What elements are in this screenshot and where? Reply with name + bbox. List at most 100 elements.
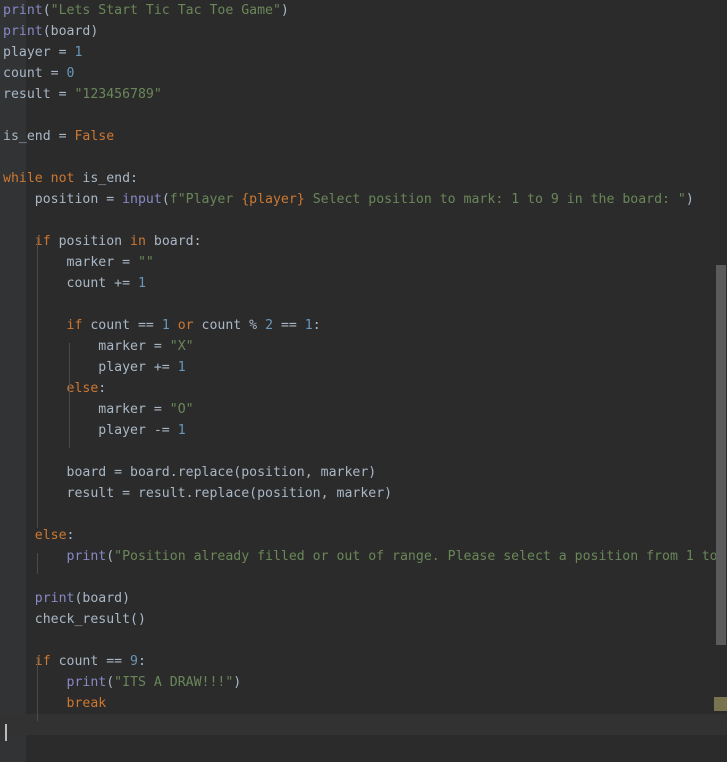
code-token: count (3, 276, 115, 291)
code-line[interactable]: position = input(f"Player {player} Selec… (0, 189, 727, 210)
code-token: count (3, 66, 51, 81)
code-token: count (201, 318, 250, 333)
code-editor-window: print("Lets Start Tic Tac Toe Game") prin… (0, 0, 727, 762)
code-token: == (280, 318, 305, 333)
code-token: else (3, 381, 99, 396)
code-token: . (169, 465, 178, 480)
code-line[interactable]: player = 1 (0, 42, 727, 63)
code-line[interactable] (0, 441, 727, 462)
code-token: if (3, 234, 59, 249)
code-line[interactable] (0, 735, 727, 756)
code-line[interactable]: marker = "O" (0, 399, 727, 420)
code-token: == (137, 318, 162, 333)
code-token: "123456789" (74, 87, 162, 102)
vertical-scrollbar-thumb[interactable] (716, 265, 726, 645)
code-token: False (74, 129, 115, 144)
code-line[interactable]: if count == 9: (0, 651, 727, 672)
code-token: marker (320, 465, 369, 480)
code-line[interactable]: player -= 1 (0, 420, 727, 441)
code-token: position (241, 465, 305, 480)
code-line[interactable]: if count == 1 or count % 2 == 1: (0, 315, 727, 336)
code-token: 2 (265, 318, 281, 333)
code-line[interactable]: print(board) (0, 21, 727, 42)
code-token: while (3, 171, 51, 186)
code-line[interactable] (0, 210, 727, 231)
code-token: marker (3, 339, 154, 354)
code-token: () (130, 612, 146, 627)
code-token: == (106, 654, 131, 669)
code-line[interactable] (0, 630, 727, 651)
code-token: result (3, 486, 123, 501)
code-token: replace (193, 486, 250, 501)
code-token: : (98, 381, 107, 396)
code-lines[interactable]: print("Lets Start Tic Tac Toe Game") prin… (0, 0, 727, 756)
code-line[interactable]: player += 1 (0, 357, 727, 378)
code-token: 1 (304, 318, 313, 333)
scrollbar-change-marker[interactable] (714, 697, 727, 711)
code-token: print (3, 675, 107, 690)
code-token: : (193, 234, 202, 249)
code-line[interactable]: break (0, 693, 727, 714)
code-line[interactable] (0, 504, 727, 525)
code-line[interactable]: else: (0, 378, 727, 399)
code-line[interactable] (0, 147, 727, 168)
code-token: : (138, 654, 146, 669)
code-token: ) (90, 24, 99, 39)
code-token: is_end (3, 129, 59, 144)
vertical-scrollbar[interactable] (714, 0, 727, 762)
code-token: = (153, 339, 170, 354)
code-line[interactable]: print("Position already filled or out of… (0, 546, 727, 567)
code-token: break (3, 696, 107, 711)
code-token: = (122, 255, 138, 270)
code-token: 1 (177, 423, 186, 438)
code-token: ) (384, 486, 393, 501)
code-token: in (130, 234, 154, 249)
code-line[interactable]: print("ITS A DRAW!!!") (0, 672, 727, 693)
code-token: board (130, 465, 170, 480)
code-line[interactable]: is_end = False (0, 126, 727, 147)
code-token: f"Player (169, 192, 242, 207)
code-token: replace (177, 465, 234, 480)
code-token: Select position to mark: 1 to 9 in the b… (304, 192, 686, 207)
code-line[interactable] (0, 294, 727, 315)
indent-guide (37, 553, 38, 574)
code-token: 1 (161, 318, 178, 333)
code-token: "X" (169, 339, 194, 354)
code-line[interactable]: marker = "" (0, 252, 727, 273)
code-line[interactable]: print("Lets Start Tic Tac Toe Game") (0, 0, 727, 21)
code-token: = (58, 45, 75, 60)
code-token: , (320, 486, 337, 501)
code-token: {player} (241, 192, 305, 207)
code-token: = (50, 66, 67, 81)
code-line[interactable]: result = "123456789" (0, 84, 727, 105)
code-line[interactable]: if position in board: (0, 231, 727, 252)
code-line[interactable]: else: (0, 525, 727, 546)
code-line[interactable]: check_result() (0, 609, 727, 630)
code-token: count (90, 318, 138, 333)
code-token: ) (368, 465, 377, 480)
code-line[interactable] (0, 714, 727, 735)
code-token: player (3, 423, 154, 438)
code-token: "" (137, 255, 154, 270)
code-line[interactable] (0, 105, 727, 126)
code-text-area[interactable]: print("Lets Start Tic Tac Toe Game") prin… (0, 0, 727, 762)
code-token: position (3, 192, 107, 207)
code-line[interactable]: result = result.replace(position, marker… (0, 483, 727, 504)
code-token: print (3, 549, 107, 564)
code-token: "Position already filled or out of range… (114, 549, 718, 564)
code-token: 1 (177, 360, 186, 375)
code-token: ( (249, 486, 258, 501)
code-line[interactable]: count = 0 (0, 63, 727, 84)
code-token: ) (122, 591, 131, 606)
code-line[interactable]: marker = "X" (0, 336, 727, 357)
indent-guide (37, 238, 38, 528)
code-token: result (137, 486, 186, 501)
code-line[interactable]: while not is_end: (0, 168, 727, 189)
code-token: player (3, 45, 59, 60)
code-token: board (82, 591, 123, 606)
code-token: 9 (130, 654, 138, 669)
code-line[interactable]: count += 1 (0, 273, 727, 294)
code-line[interactable]: board = board.replace(position, marker) (0, 462, 727, 483)
code-line[interactable] (0, 567, 727, 588)
code-line[interactable]: print(board) (0, 588, 727, 609)
